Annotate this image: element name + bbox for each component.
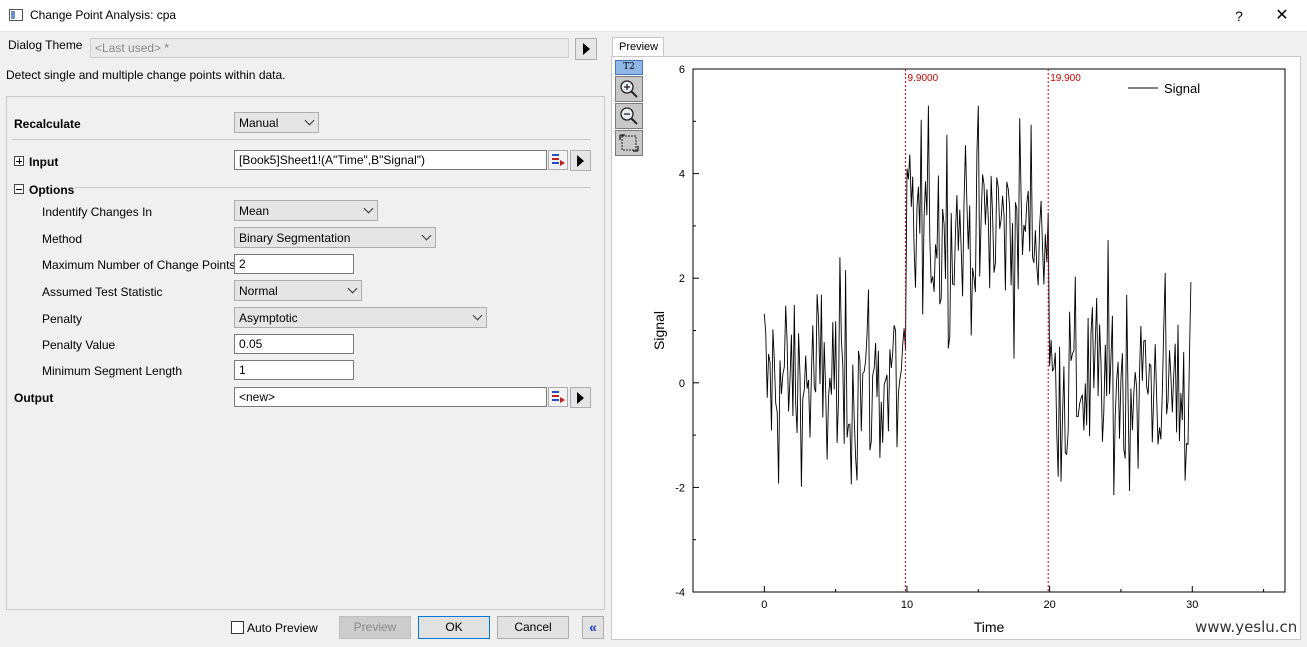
x-tick-label: 10	[901, 599, 913, 611]
max-points-input[interactable]: 2	[234, 254, 354, 274]
range-picker-icon[interactable]	[548, 387, 568, 407]
y-tick-label: 2	[679, 273, 685, 285]
title-bar: Change Point Analysis: cpa ? ✕	[0, 0, 1307, 32]
output-field[interactable]: <new>	[234, 387, 547, 407]
method-select[interactable]: Binary Segmentation	[234, 227, 436, 248]
range-picker-icon[interactable]	[548, 150, 568, 170]
x-tick-label: 0	[761, 599, 767, 611]
window-title: Change Point Analysis: cpa	[30, 8, 177, 22]
preview-button[interactable]: Preview	[339, 616, 411, 639]
input-label: Input	[29, 155, 59, 169]
divider	[75, 187, 591, 188]
identify-select[interactable]: Mean	[234, 200, 378, 221]
dialog-description: Detect single and multiple change points…	[6, 68, 286, 82]
change-point-label: 9.9000	[908, 73, 939, 84]
chevron-down-icon	[421, 230, 432, 241]
output-menu-button[interactable]	[570, 387, 591, 408]
cancel-button[interactable]: Cancel	[497, 616, 569, 639]
min-seg-input[interactable]: 1	[234, 360, 354, 380]
test-stat-select[interactable]: Normal	[234, 280, 362, 301]
recalculate-select[interactable]: Manual	[234, 112, 319, 133]
penalty-label: Penalty	[42, 312, 83, 326]
y-axis-label: Signal	[651, 311, 667, 350]
tab-preview[interactable]: Preview	[612, 37, 664, 57]
recalculate-label: Recalculate	[14, 117, 81, 131]
help-button[interactable]: ?	[1224, 4, 1254, 28]
signal-chart: 0 10 20 30 -4 -2 0 2 4 6 Time Signal 9.9000 19.900 Sig…	[651, 64, 1286, 635]
auto-preview-label: Auto Preview	[247, 621, 318, 635]
y-tick-label: 4	[679, 169, 685, 181]
test-stat-value: Normal	[239, 284, 278, 298]
play-arrow-icon	[582, 43, 590, 55]
auto-preview-checkbox[interactable]	[231, 621, 244, 634]
input-expand-icon[interactable]	[14, 156, 24, 166]
max-points-label: Maximum Number of Change Points	[42, 258, 236, 272]
penalty-value: Asymptotic	[239, 311, 298, 325]
method-value: Binary Segmentation	[239, 231, 351, 245]
x-tick-label: 30	[1186, 599, 1198, 611]
options-label: Options	[29, 183, 75, 197]
close-button[interactable]: ✕	[1264, 4, 1300, 28]
output-label: Output	[14, 391, 54, 405]
recalculate-value: Manual	[239, 116, 279, 130]
y-tick-label: 6	[679, 64, 685, 76]
dialog-theme-label: Dialog Theme	[8, 38, 83, 52]
divider	[12, 139, 591, 140]
watermark: www.yeslu.cn	[1195, 618, 1298, 636]
x-tick-label: 20	[1044, 599, 1056, 611]
method-label: Method	[42, 232, 83, 246]
min-seg-label: Minimum Segment Length	[42, 364, 183, 378]
penalty-value-label: Penalty Value	[42, 338, 116, 352]
penalty-select[interactable]: Asymptotic	[234, 307, 487, 328]
y-tick-label: -2	[675, 482, 685, 494]
change-point-label: 19.900	[1050, 73, 1081, 84]
identify-value: Mean	[239, 204, 270, 218]
input-menu-button[interactable]	[570, 150, 591, 171]
theme-menu-button[interactable]	[575, 38, 597, 60]
ok-button[interactable]: OK	[418, 616, 490, 639]
app-icon	[9, 9, 23, 21]
x-axis-label: Time	[974, 619, 1005, 635]
play-arrow-icon	[577, 391, 584, 404]
collapse-panel-button[interactable]: «	[582, 616, 604, 639]
legend-label: Signal	[1164, 81, 1200, 96]
test-stat-label: Assumed Test Statistic	[42, 285, 163, 299]
play-arrow-icon	[577, 154, 584, 167]
y-tick-label: 0	[679, 378, 685, 390]
options-collapse-icon[interactable]	[14, 184, 24, 194]
chevron-down-icon	[363, 203, 374, 214]
y-tick-label: -4	[675, 587, 685, 599]
plot-frame	[692, 68, 1286, 593]
dialog-theme-input[interactable]: <Last used> *	[90, 38, 569, 58]
chevron-down-icon	[472, 310, 483, 321]
chevron-down-icon	[304, 115, 315, 126]
chevron-down-icon	[347, 283, 358, 294]
identify-label: Indentify Changes In	[42, 205, 153, 219]
penalty-value-input[interactable]: 0.05	[234, 334, 354, 354]
input-range-field[interactable]: [Book5]Sheet1!(A"Time",B"Signal")	[234, 150, 547, 170]
